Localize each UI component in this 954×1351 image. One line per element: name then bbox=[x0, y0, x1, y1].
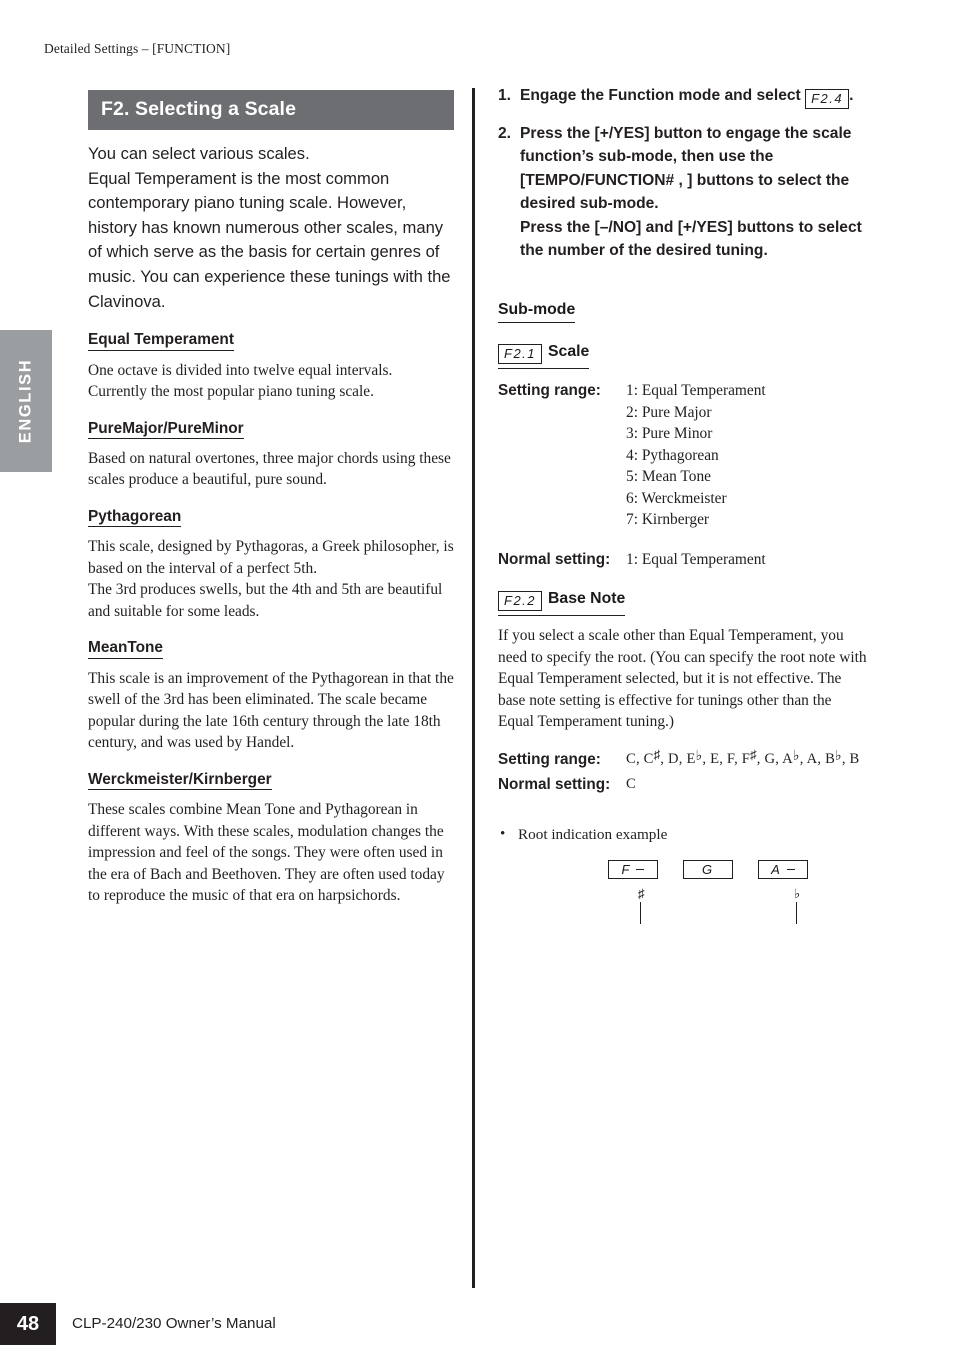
running-head: Detailed Settings – [FUNCTION] bbox=[44, 41, 231, 56]
lcd-display-f21: F2.1 bbox=[498, 344, 543, 365]
section-intro: You can select various scales. Equal Temp… bbox=[88, 144, 451, 311]
step-text: Engage the Function mode and select bbox=[520, 87, 806, 104]
note-name: A bbox=[806, 750, 818, 767]
lcd-top-bar-indicator bbox=[636, 868, 645, 871]
lcd-root-display-a: A bbox=[758, 859, 808, 879]
scale-normal-setting-row: Normal setting: 1: Equal Temperament bbox=[498, 549, 870, 571]
setting-range-item: 1: Equal Temperament bbox=[626, 382, 766, 400]
step-text: Press the [+/YES] button to engage the s… bbox=[520, 125, 862, 260]
normal-setting-label: Normal setting: bbox=[498, 776, 611, 794]
subsection-body: One octave is divided into twelve equal … bbox=[88, 361, 393, 401]
setting-range-label: Setting range: bbox=[498, 750, 601, 768]
section-title: F2. Selecting a Scale bbox=[88, 90, 454, 130]
step-2: 2. Press the [+/YES] button to engage th… bbox=[498, 122, 870, 262]
sharp-icon: ♯ bbox=[653, 746, 661, 762]
param-heading-scale: F2.1 Scale bbox=[498, 343, 590, 370]
note-name: C bbox=[643, 750, 654, 767]
lcd-bottom-bar-indicator bbox=[786, 868, 795, 871]
setting-range-item: 5: Mean Tone bbox=[626, 468, 711, 486]
note-name: C bbox=[626, 750, 636, 767]
lcd-display-f22: F2.2 bbox=[498, 591, 543, 612]
base-note-body: If you select a scale other than Equal T… bbox=[498, 627, 867, 731]
note-name: G bbox=[764, 750, 776, 767]
note-name: E bbox=[710, 750, 720, 767]
step-number: 2. bbox=[498, 125, 512, 142]
setting-range-item: 7: Kirnberger bbox=[626, 511, 710, 529]
footer-manual-title: CLP-240/230 Owner’s Manual bbox=[72, 1315, 276, 1332]
note-name: F bbox=[741, 750, 751, 767]
note-name: B bbox=[849, 750, 860, 767]
setting-range-item: 4: Pythagorean bbox=[626, 446, 719, 464]
subsection-heading: MeanTone bbox=[88, 640, 163, 659]
subsection-body: This scale, designed by Pythagoras, a Gr… bbox=[88, 538, 454, 620]
page-number-badge: 48 bbox=[0, 1303, 56, 1345]
root-indication-diagram: F ♯ G A ♭ bbox=[498, 859, 870, 930]
setting-range-item: 3: Pure Minor bbox=[626, 425, 713, 443]
normal-setting-label: Normal setting: bbox=[498, 550, 611, 568]
subsection-heading: Pythagorean bbox=[88, 509, 182, 528]
param-heading-base-note: F2.2 Base Note bbox=[498, 590, 626, 617]
procedure-steps: 1. Engage the Function mode and select F… bbox=[498, 84, 870, 262]
right-column: 1. Engage the Function mode and select F… bbox=[498, 84, 870, 930]
subsection-body: Based on natural overtones, three major … bbox=[88, 449, 451, 489]
step-1: 1. Engage the Function mode and select F… bbox=[498, 84, 870, 109]
subsection-werckmeister-kirnberger: Werckmeister/Kirnberger bbox=[88, 754, 454, 799]
lcd-root-display-g: G bbox=[683, 859, 733, 879]
param-label: Base Note bbox=[548, 590, 626, 608]
submode-heading: Sub-mode bbox=[498, 301, 576, 324]
bullet-icon: • bbox=[500, 824, 506, 842]
subsection-puremajor-pureminor: PureMajor/PureMinor bbox=[88, 403, 454, 448]
side-tab-label: ENGLISH bbox=[16, 358, 35, 444]
lcd-root-display-f: F bbox=[608, 859, 658, 879]
lcd-root-value: F bbox=[621, 861, 632, 877]
lcd-display-f24: F2.4 bbox=[805, 89, 850, 109]
subsection-meantone: MeanTone bbox=[88, 622, 454, 667]
note-name: A bbox=[782, 750, 793, 767]
param-label: Scale bbox=[548, 343, 590, 361]
subsection-heading: Equal Temperament bbox=[88, 332, 234, 351]
step-text-tail: . bbox=[849, 87, 854, 104]
subsection-body: These scales combine Mean Tone and Pytha… bbox=[88, 801, 445, 905]
setting-range-item: 2: Pure Major bbox=[626, 403, 712, 421]
step-number: 1. bbox=[498, 87, 512, 104]
base-note-setting-range-row: Setting range: C, C♯, D, E♭, E, F, F♯, G… bbox=[498, 746, 870, 771]
leader-line bbox=[640, 901, 642, 924]
setting-range-values: 1: Equal Temperament 2: Pure Major 3: Pure… bbox=[626, 380, 766, 531]
column-divider bbox=[472, 88, 475, 1288]
normal-setting-value: C bbox=[626, 776, 636, 793]
subsection-body: This scale is an improvement of the Pyth… bbox=[88, 669, 454, 752]
note-name: B bbox=[825, 750, 836, 767]
setting-range-notes: C, C♯, D, E♭, E, F, F♯, G, A♭, A, B♭, B bbox=[626, 746, 860, 767]
left-column: F2. Selecting a Scale You can select var… bbox=[88, 90, 454, 907]
scale-setting-range-row: Setting range: 1: Equal Temperament 2: Pu… bbox=[498, 380, 870, 531]
subsection-heading: PureMajor/PureMinor bbox=[88, 420, 244, 439]
note-name: F bbox=[726, 750, 735, 767]
subsection-heading: Werckmeister/Kirnberger bbox=[88, 771, 272, 791]
root-example-caption: Root indication example bbox=[518, 825, 668, 843]
lcd-root-value: G bbox=[701, 861, 715, 877]
flat-icon: ♭ bbox=[794, 885, 801, 901]
leader-line bbox=[796, 901, 798, 924]
sharp-icon: ♯ bbox=[638, 885, 645, 901]
subsection-pythagorean: Pythagorean bbox=[88, 491, 454, 536]
flat-icon: ♭ bbox=[695, 748, 703, 764]
note-name: E bbox=[686, 750, 696, 767]
normal-setting-value: 1: Equal Temperament bbox=[626, 550, 766, 568]
setting-range-label: Setting range: bbox=[498, 382, 601, 400]
lcd-root-value: A bbox=[771, 861, 782, 877]
base-note-normal-setting-row: Normal setting: C bbox=[498, 774, 870, 796]
subsection-equal-temperament: Equal Temperament bbox=[88, 314, 454, 359]
flat-icon: ♭ bbox=[792, 748, 800, 764]
root-example-caption-line: • Root indication example bbox=[498, 824, 870, 844]
sharp-icon: ♯ bbox=[750, 746, 757, 762]
flat-icon: ♭ bbox=[835, 748, 842, 764]
setting-range-item: 6: Werckmeister bbox=[626, 489, 727, 507]
note-name: D bbox=[667, 750, 679, 767]
language-side-tab: ENGLISH bbox=[0, 330, 52, 472]
